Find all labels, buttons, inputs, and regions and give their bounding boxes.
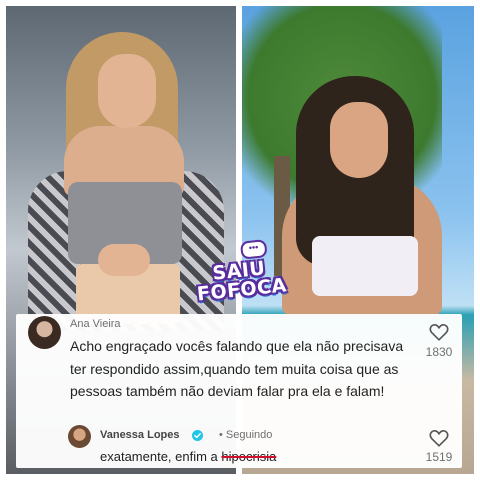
heart-outline-icon[interactable] xyxy=(429,323,449,341)
following-status: • Seguindo xyxy=(219,429,273,441)
comment-text: Acho engraçado vocês falando que ela não… xyxy=(70,338,404,400)
reply-author[interactable]: Vanessa Lopes xyxy=(100,429,180,441)
avatar[interactable] xyxy=(28,316,61,349)
face xyxy=(330,102,388,178)
comment-card: Ana Vieira Acho engraçado vocês falando … xyxy=(16,314,462,468)
face xyxy=(98,54,156,128)
reply-text-prefix: exatamente, enfim a xyxy=(100,449,222,464)
verified-badge-icon xyxy=(192,430,203,441)
like-count: 1830 xyxy=(425,345,453,359)
like-count: 1519 xyxy=(425,450,453,464)
reply-struck-word: hipocrisia xyxy=(221,449,277,464)
hand xyxy=(98,244,150,276)
reply-text: exatamente, enfim a hipocrisia xyxy=(100,449,276,464)
saiu-fofoca-logo: ••• SAIU FOFOCA xyxy=(194,239,288,305)
heart-outline-icon[interactable] xyxy=(429,429,449,447)
avatar[interactable] xyxy=(68,425,91,448)
comment-author[interactable]: Ana Vieira xyxy=(70,318,121,330)
white-top xyxy=(312,236,418,296)
